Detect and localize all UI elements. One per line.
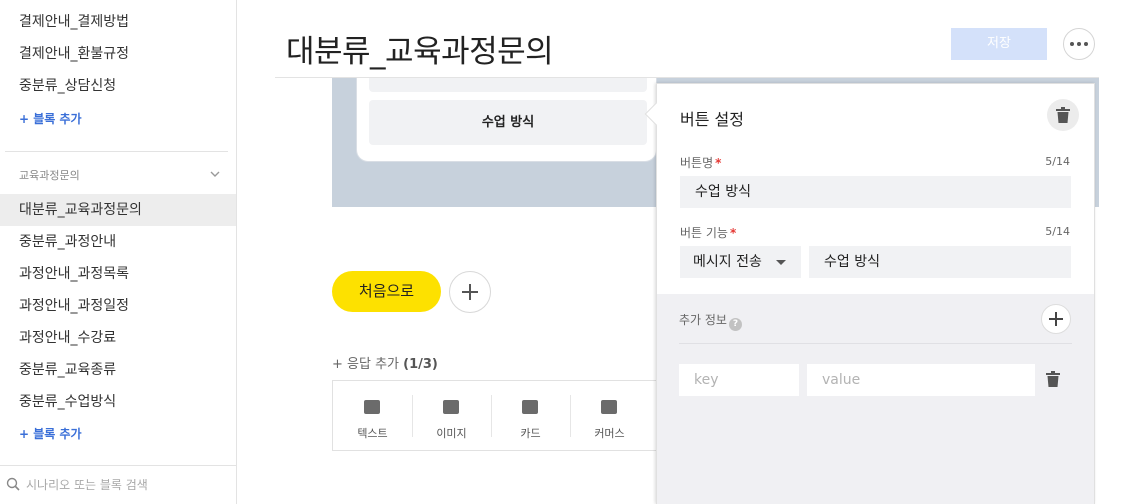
trash-icon (1056, 107, 1070, 123)
char-counter: 5/14 (1045, 155, 1070, 168)
home-quick-reply-button[interactable]: 처음으로 (332, 271, 441, 312)
sidebar-item-active[interactable]: 대분류_교육과정문의 (0, 194, 236, 226)
help-icon[interactable]: ? (728, 318, 742, 331)
chevron-down-icon[interactable] (209, 168, 221, 180)
panel-title: 버튼 설정 (680, 110, 744, 129)
more-dot-icon (1084, 42, 1088, 46)
search-icon (6, 477, 20, 491)
sidebar: 결제안내_결제방법 결제안내_환불규정 중분류_상담신청 + 블록 추가 교육과… (0, 0, 237, 504)
response-type-label: 이미지 (436, 427, 467, 440)
sidebar-item[interactable]: 과정안내_과정목록 (0, 258, 236, 290)
response-type-text[interactable]: 텍스트 (333, 381, 412, 450)
response-type-picker: 텍스트 이미지 카드 커머스 (332, 380, 662, 451)
button-function-select[interactable]: 메시지 전송 (680, 246, 801, 278)
button-name-input[interactable]: 수업 방식 (680, 176, 1071, 208)
char-counter: 5/14 (1045, 225, 1070, 238)
value-input[interactable] (807, 364, 1035, 396)
add-extra-info-button[interactable] (1041, 304, 1071, 334)
more-dot-icon (1077, 42, 1081, 46)
add-quick-reply-button[interactable] (449, 271, 491, 313)
button-name-label-text: 버튼명 (680, 156, 714, 170)
sidebar-search (0, 465, 236, 504)
sidebar-item[interactable]: 과정안내_과정일정 (0, 290, 236, 322)
required-mark: * (729, 226, 737, 240)
sidebar-group-label: 교육과정문의 (19, 169, 80, 182)
trash-icon[interactable] (1046, 371, 1060, 387)
button-name-label: 버튼명 * (680, 154, 721, 171)
button-function-label: 버튼 기능 * (680, 224, 736, 241)
response-type-commerce[interactable]: 커머스 (570, 381, 649, 450)
more-options-button[interactable] (1063, 28, 1095, 60)
sidebar-item[interactable]: 중분류_수업방식 (0, 386, 236, 418)
response-type-label: 커머스 (594, 427, 625, 440)
add-block-link[interactable]: + 블록 추가 (19, 425, 82, 442)
card-icon (522, 400, 538, 414)
caret-down-icon (776, 260, 786, 265)
required-mark: * (715, 156, 722, 170)
response-type-card[interactable]: 카드 (491, 381, 570, 450)
sidebar-item[interactable]: 중분류_상담신청 (0, 70, 236, 102)
response-type-label: 카드 (520, 427, 541, 440)
divider (679, 343, 1072, 344)
add-block-link[interactable]: + 블록 추가 (19, 110, 82, 127)
extra-info-section: 추가 정보? (657, 294, 1094, 504)
more-dot-icon (1070, 42, 1074, 46)
key-input[interactable] (679, 364, 799, 396)
sidebar-item[interactable]: 중분류_교육종류 (0, 354, 236, 386)
sidebar-item[interactable]: 중분류_과정안내 (0, 226, 236, 258)
message-text-input[interactable]: 수업 방식 (809, 246, 1071, 278)
add-response-link[interactable]: + 응답 추가 (1/3) (332, 353, 438, 372)
button-function-label-text: 버튼 기능 (680, 226, 728, 240)
response-type-label: 텍스트 (357, 427, 388, 440)
search-input[interactable] (26, 474, 226, 496)
response-count: (1/3) (403, 357, 438, 372)
extra-info-label: 추가 정보? (679, 311, 742, 331)
response-type-image[interactable]: 이미지 (412, 381, 491, 450)
save-button[interactable]: 저장 (951, 28, 1047, 60)
text-icon (364, 400, 380, 414)
page-title: 대분류_교육과정문의 (286, 34, 554, 70)
image-icon (443, 400, 459, 414)
button-settings-panel: 버튼 설정 버튼명 * 5/14 수업 방식 버튼 기능 * 5/14 메시지 전송… (656, 83, 1095, 504)
preview-card-button-partial[interactable] (369, 78, 647, 92)
sidebar-item[interactable]: 결제안내_결제방법 (0, 6, 236, 38)
delete-button[interactable] (1047, 99, 1079, 131)
commerce-icon (601, 400, 617, 414)
add-response-label: + 응답 추가 (332, 357, 399, 372)
sidebar-divider (5, 151, 228, 152)
sidebar-item[interactable]: 결제안내_환불규정 (0, 38, 236, 70)
preview-card-button[interactable]: 수업 방식 (369, 100, 647, 145)
sidebar-item[interactable]: 과정안내_수강료 (0, 322, 236, 354)
extra-info-label-text: 추가 정보 (679, 313, 727, 327)
select-value: 메시지 전송 (693, 254, 762, 270)
